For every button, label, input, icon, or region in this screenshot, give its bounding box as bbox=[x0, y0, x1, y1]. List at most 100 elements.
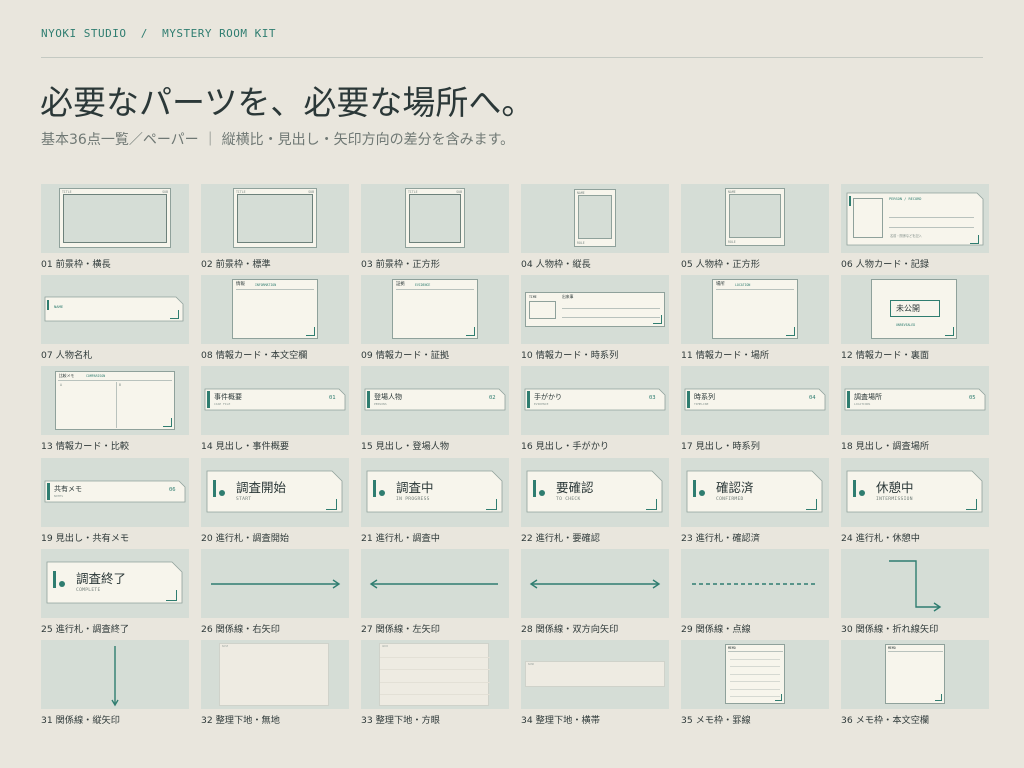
part-label: 10 情報カード・時系列 bbox=[521, 350, 619, 362]
part-label: 07 人物名札 bbox=[41, 350, 93, 362]
base-tag: BASE bbox=[222, 645, 229, 648]
arrow-graphic bbox=[369, 579, 498, 589]
part-card[interactable]: BASE 32 整理下地・無地 bbox=[201, 640, 349, 726]
part-card[interactable]: NAME ROLE 05 人物枠・正方形 bbox=[681, 184, 829, 270]
memo-rule bbox=[730, 666, 780, 667]
part-card[interactable]: 調査終了 COMPLETE 25 進行札・調査終了 bbox=[41, 548, 189, 635]
part-card[interactable]: 証拠 EVIDENCE 09 情報カード・証拠 bbox=[361, 275, 509, 361]
record-note: 名前・関係などを記入 bbox=[890, 234, 922, 238]
heading-text: 共有メモ bbox=[54, 484, 82, 493]
record-head: PERSON / RECORD bbox=[889, 197, 922, 201]
heading-sub: CASE FILE bbox=[214, 402, 231, 407]
heading-number: 02 bbox=[489, 395, 496, 402]
part-label: 30 関係線・折れ線矢印 bbox=[841, 623, 939, 635]
part-card[interactable]: 場所 LOCATION 11 情報カード・場所 bbox=[681, 275, 829, 361]
person-role-tag: ROLE bbox=[577, 241, 585, 245]
part-thumbnail: 手がかり EVIDENCE 03 bbox=[521, 366, 669, 436]
status-sub: START bbox=[236, 496, 252, 502]
part-card[interactable]: MEMO 35 メモ枠・罫線 bbox=[681, 640, 829, 726]
status-dot bbox=[379, 489, 385, 496]
part-card[interactable]: BAND 34 整理下地・横帯 bbox=[521, 640, 669, 726]
corner-mark bbox=[466, 327, 475, 337]
timeline-tag: TIME bbox=[529, 295, 537, 300]
part-thumbnail: 調査場所 LOCATIONS 05 bbox=[841, 366, 989, 436]
compare-divider bbox=[58, 380, 172, 382]
grid-line bbox=[380, 694, 490, 695]
info-sub: EVIDENCE bbox=[415, 282, 431, 287]
part-card[interactable]: 要確認 TO CHECK 22 進行札・要確認 bbox=[521, 457, 669, 544]
part-label: 29 関係線・点線 bbox=[681, 623, 751, 635]
part-label: 16 見出し・手がかり bbox=[521, 441, 610, 453]
part-thumbnail bbox=[361, 548, 509, 618]
part-card[interactable]: PERSON / RECORD 名前・関係などを記入 06 人物カード・記録 bbox=[841, 184, 989, 270]
part-card[interactable]: MEMO 36 メモ枠・本文空欄 bbox=[841, 640, 989, 726]
part-card[interactable]: 休憩中 INTERMISSION 24 進行札・休憩中 bbox=[841, 457, 989, 544]
part-card[interactable]: 登場人物 PERSONS 02 15 見出し・登場人物 bbox=[361, 366, 509, 452]
status-sub: CONFIRMED bbox=[716, 496, 744, 502]
part-thumbnail bbox=[681, 548, 829, 618]
part-card[interactable]: 未公開 UNREVEALED 12 情報カード・裏面 bbox=[841, 275, 989, 361]
compare-head: 比較メモ bbox=[59, 373, 75, 379]
part-card[interactable]: 26 関係線・右矢印 bbox=[201, 548, 349, 635]
memo-tag: MEMO bbox=[888, 646, 896, 650]
nametag-paper-shape bbox=[44, 296, 184, 322]
part-thumbnail: 確認済 CONFIRMED bbox=[681, 457, 829, 527]
part-card[interactable]: 調査場所 LOCATIONS 05 18 見出し・調査場所 bbox=[841, 366, 989, 452]
part-label: 35 メモ枠・罫線 bbox=[681, 715, 751, 726]
compare-paper: 比較メモ COMPARISON A B bbox=[55, 371, 175, 431]
back-sub: UNREVEALED bbox=[896, 323, 916, 328]
part-card[interactable]: 時系列 TIMELINE 04 17 見出し・時系列 bbox=[681, 366, 829, 452]
header-divider bbox=[41, 57, 983, 58]
part-card[interactable]: 28 関係線・双方向矢印 bbox=[521, 548, 669, 635]
part-label: 19 見出し・共有メモ bbox=[41, 532, 130, 544]
part-card[interactable]: 情報 INFORMATION 08 情報カード・本文空欄 bbox=[201, 275, 349, 361]
part-card[interactable]: NAME ROLE 04 人物枠・縦長 bbox=[521, 184, 669, 270]
info-head: 証拠 bbox=[396, 282, 405, 288]
record-photo bbox=[853, 198, 883, 238]
part-card[interactable]: 事件概要 CASE FILE 01 14 見出し・事件概要 bbox=[201, 366, 349, 452]
part-label: 22 進行札・要確認 bbox=[521, 532, 600, 544]
part-card[interactable]: 比較メモ COMPARISON A B 13 情報カード・比較 bbox=[41, 366, 189, 452]
info-sub: INFORMATION bbox=[255, 282, 277, 287]
part-card[interactable]: TIME 出来事 10 情報カード・時系列 bbox=[521, 275, 669, 361]
status-dot bbox=[59, 580, 65, 587]
base-paper: BASE bbox=[219, 643, 329, 706]
part-card[interactable]: TITLE SUB 01 前景枠・横長 bbox=[41, 184, 189, 270]
memo-rule bbox=[730, 688, 780, 690]
part-card[interactable]: TITLE SUB 03 前景枠・正方形 bbox=[361, 184, 509, 270]
corner-mark bbox=[945, 327, 954, 337]
heading-number: 03 bbox=[649, 395, 656, 402]
heading-text: 調査場所 bbox=[854, 393, 882, 402]
part-card[interactable]: 調査中 IN PROGRESS 21 進行札・調査中 bbox=[361, 457, 509, 544]
status-bar bbox=[373, 479, 376, 497]
info-paper: 証拠 EVIDENCE bbox=[392, 279, 478, 340]
part-label: 20 進行札・調査開始 bbox=[201, 532, 290, 544]
part-card[interactable]: 27 関係線・左矢印 bbox=[361, 548, 509, 635]
part-card[interactable]: 共有メモ NOTES 06 19 見出し・共有メモ bbox=[41, 457, 189, 544]
part-label: 04 人物枠・縦長 bbox=[521, 259, 591, 270]
part-thumbnail: MEMO bbox=[841, 640, 989, 709]
heading-sub: NOTES bbox=[54, 493, 64, 498]
part-card[interactable]: TITLE SUB 02 前景枠・標準 bbox=[201, 184, 349, 270]
status-dot bbox=[219, 489, 225, 496]
part-thumbnail: 証拠 EVIDENCE bbox=[361, 275, 509, 345]
part-label: 31 関係線・縦矢印 bbox=[41, 715, 120, 726]
part-thumbnail: 休憩中 INTERMISSION bbox=[841, 457, 989, 527]
part-thumbnail bbox=[521, 548, 669, 618]
part-card[interactable]: 31 関係線・縦矢印 bbox=[41, 640, 189, 726]
corner-mark bbox=[935, 694, 942, 701]
status-bar bbox=[213, 479, 216, 497]
memo-rule bbox=[730, 673, 780, 675]
portrait-window bbox=[578, 195, 612, 239]
part-label: 21 進行札・調査中 bbox=[361, 532, 440, 544]
record-accent-bar bbox=[849, 196, 851, 206]
part-card[interactable]: 調査開始 START 20 進行札・調査開始 bbox=[201, 457, 349, 544]
part-card[interactable]: 確認済 CONFIRMED 23 進行札・確認済 bbox=[681, 457, 829, 544]
part-card[interactable]: 30 関係線・折れ線矢印 bbox=[841, 548, 989, 635]
status-sub: TO CHECK bbox=[556, 496, 581, 502]
part-card[interactable]: 29 関係線・点線 bbox=[681, 548, 829, 635]
timeline-box bbox=[529, 301, 556, 320]
part-card[interactable]: GRID 33 整理下地・方眼 bbox=[361, 640, 509, 726]
part-card[interactable]: 手がかり EVIDENCE 03 16 見出し・手がかり bbox=[521, 366, 669, 452]
part-card[interactable]: NAME 07 人物名札 bbox=[41, 275, 189, 361]
